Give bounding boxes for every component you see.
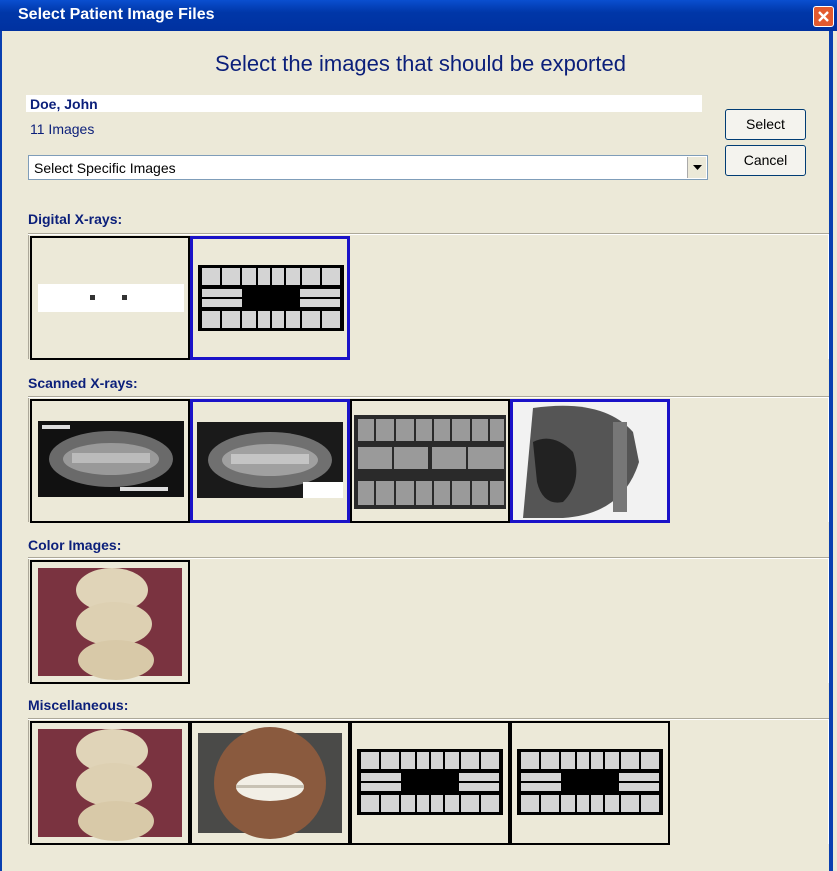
patient-name: Doe, John	[30, 96, 98, 112]
patient-name-field	[26, 95, 702, 112]
scanned-xray-thumbnail[interactable]	[350, 399, 510, 523]
digital-xray-thumbnail-selected[interactable]	[190, 236, 350, 360]
select-button[interactable]: Select	[725, 109, 806, 140]
close-icon	[818, 11, 829, 22]
dropdown-value: Select Specific Images	[34, 160, 176, 176]
image-filter-dropdown[interactable]: Select Specific Images	[28, 155, 708, 180]
scanned-xray-thumbnail-selected[interactable]	[190, 399, 350, 523]
window-title: Select Patient Image Files	[18, 6, 215, 23]
cancel-button[interactable]: Cancel	[725, 145, 806, 176]
image-count: 11 Images	[30, 121, 95, 137]
close-button[interactable]	[813, 6, 834, 27]
dropdown-button[interactable]	[687, 157, 706, 178]
fmx-template-image	[517, 749, 663, 815]
fmx-xray-image	[354, 415, 506, 509]
intraoral-photo-image	[38, 729, 182, 841]
scanned-xray-thumbnail[interactable]	[30, 399, 190, 523]
section-label-digital-xrays: Digital X-rays:	[28, 211, 123, 227]
digital-xray-thumbnail[interactable]	[30, 236, 190, 360]
fmx-template-image	[198, 265, 344, 331]
section-label-color-images: Color Images:	[28, 537, 122, 553]
section-label-scanned-xrays: Scanned X-rays:	[28, 375, 138, 391]
intraoral-photo-image	[38, 568, 182, 680]
smile-photo-image	[198, 727, 342, 839]
color-image-thumbnail[interactable]	[30, 560, 190, 684]
misc-image-thumbnail[interactable]	[510, 721, 670, 845]
misc-image-thumbnail[interactable]	[30, 721, 190, 845]
fmx-template-image	[357, 749, 503, 815]
title-bar: Select Patient Image Files	[0, 0, 837, 31]
misc-image-thumbnail[interactable]	[190, 721, 350, 845]
scanned-xray-thumbnail-selected[interactable]	[510, 399, 670, 523]
panoramic-xray-image	[197, 422, 343, 498]
panoramic-xray-image	[38, 421, 184, 497]
instruction-heading: Select the images that should be exporte…	[215, 51, 626, 76]
misc-image-thumbnail[interactable]	[350, 721, 510, 845]
chevron-down-icon	[693, 165, 702, 170]
cephalometric-xray-image	[513, 402, 667, 520]
section-label-miscellaneous: Miscellaneous:	[28, 697, 129, 713]
xray-placeholder-image	[38, 284, 184, 312]
